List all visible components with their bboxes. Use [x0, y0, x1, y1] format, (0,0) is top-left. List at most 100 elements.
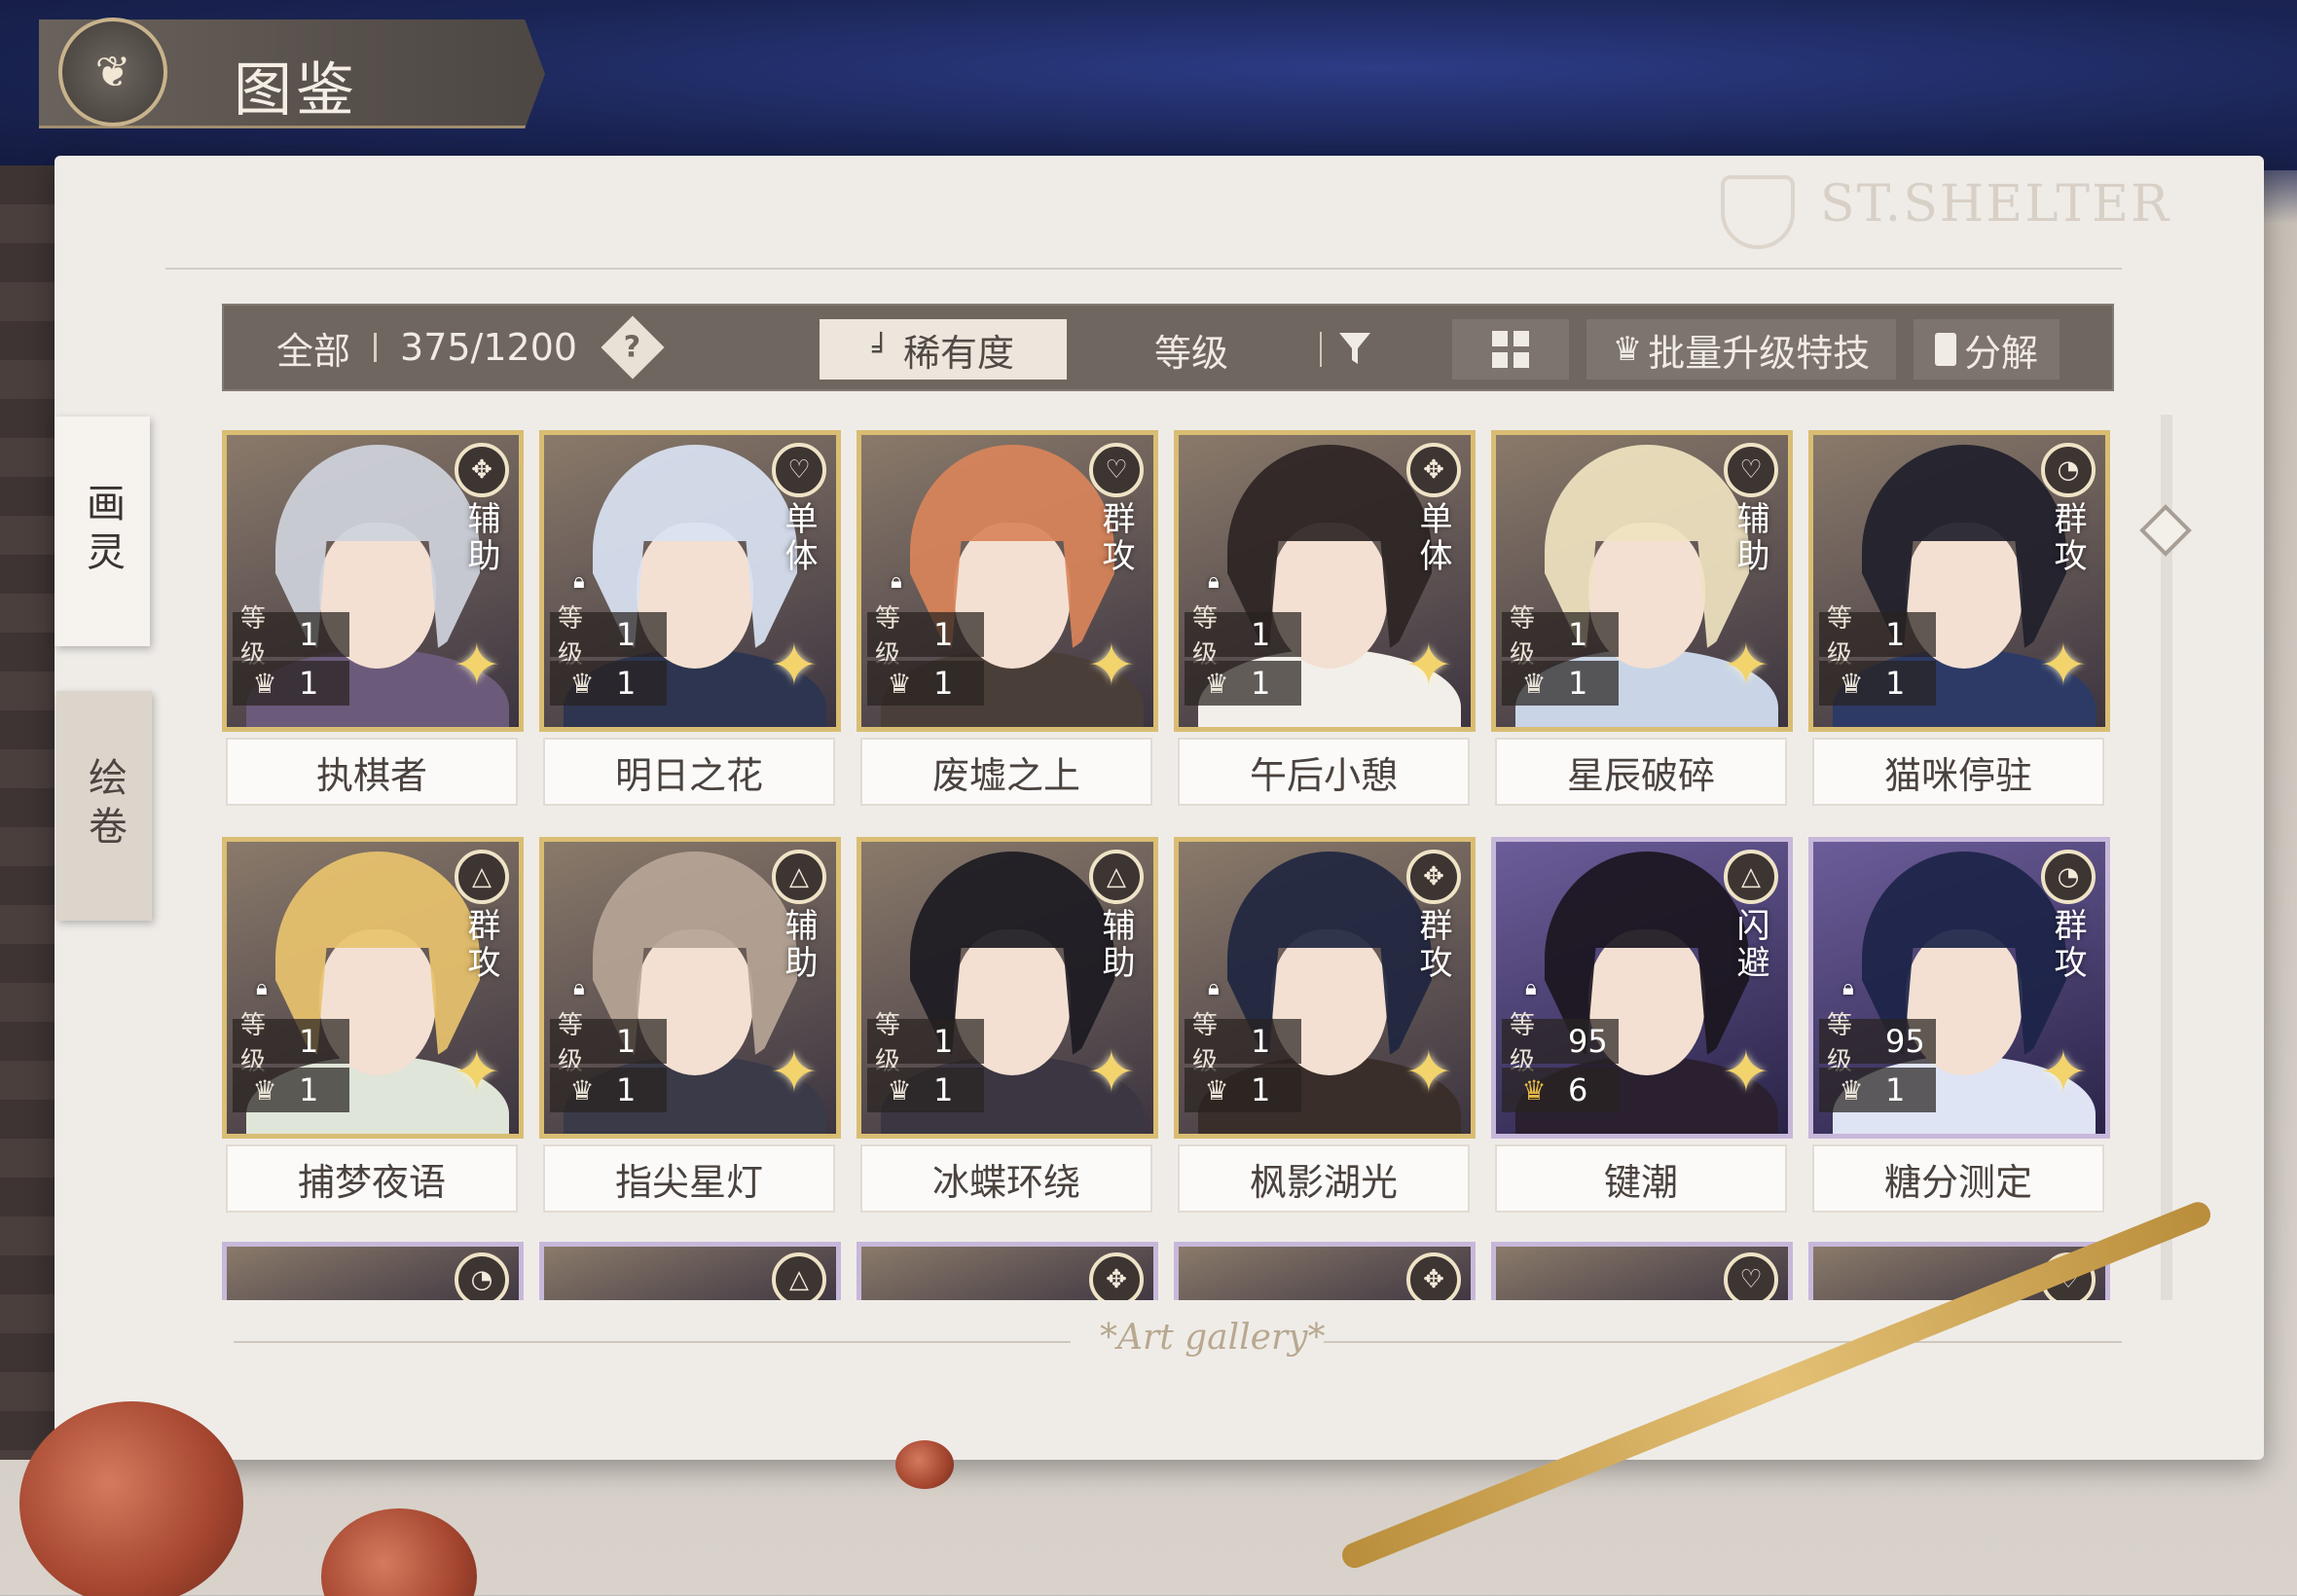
role-label: 群攻	[2048, 908, 2087, 982]
sparkle-icon: ✦	[1086, 1038, 1136, 1106]
level-label: 等级	[1827, 1011, 1853, 1076]
lock-icon: 🔒︎	[1842, 976, 1854, 1000]
star-value: 1	[933, 1071, 954, 1108]
card-portrait[interactable]: △ 闪避 🔒︎ 等级 95 ♛ 6 ✦	[1491, 837, 1793, 1139]
sparkle-icon: ✦	[1404, 632, 1453, 700]
level-value: 1	[1251, 1023, 1271, 1060]
level-label: 等级	[558, 1011, 584, 1076]
card-portrait[interactable]: ♡ 单体 🔒︎ 等级 1 ♛ 1 ✦	[539, 430, 841, 732]
batch-upgrade-button[interactable]: ♛ 批量升级特技	[1586, 319, 1896, 380]
card-portrait[interactable]: ✥ 单体 🔒︎ 等级 1 ♛ 1 ✦	[1174, 430, 1476, 732]
card-portrait[interactable]: ◔ 群攻 🔒︎ 等级 95 ♛ 1 ✦	[1808, 837, 2110, 1139]
character-card-partial[interactable]: △	[539, 1242, 841, 1300]
skill-type-icon: ♡	[1089, 443, 1144, 497]
crown-icon: ♛	[887, 667, 912, 700]
skill-type-icon: △	[1089, 850, 1144, 904]
card-portrait[interactable]: ♡ 群攻 🔒︎ 等级 1 ♛ 1 ✦	[857, 430, 1158, 732]
level-value: 1	[299, 616, 319, 653]
level-label: 等级	[875, 1011, 901, 1076]
level-row: 等级 1	[1502, 604, 1619, 670]
sort-level-button[interactable]: 等级	[1067, 319, 1316, 380]
character-card-partial[interactable]: ✥	[1174, 1242, 1476, 1300]
level-label: 等级	[1827, 604, 1853, 670]
role-label: 单体	[1413, 501, 1452, 575]
level-value: 1	[299, 1023, 319, 1060]
level-value: 1	[1568, 616, 1588, 653]
character-card[interactable]: ◔ 群攻 🔒︎ 等级 95 ♛ 1 ✦ 糖分测定	[1808, 837, 2110, 1213]
skill-type-icon: ♡	[1724, 443, 1778, 497]
sparkle-icon: ✦	[1721, 632, 1770, 700]
sparkle-icon: ✦	[452, 1038, 501, 1106]
character-card[interactable]: ♡ 群攻 🔒︎ 等级 1 ♛ 1 ✦ 废墟之上	[857, 430, 1158, 806]
footer-art-gallery: *Art gallery*	[1100, 1318, 1326, 1358]
star-value: 6	[1568, 1071, 1588, 1108]
star-value: 1	[299, 1071, 319, 1108]
separator	[1320, 332, 1322, 367]
card-portrait[interactable]: △ 辅助 🔒︎ 等级 1 ♛ 1 ✦	[539, 837, 841, 1139]
star-row: ♛ 1	[550, 1068, 667, 1112]
level-value: 1	[616, 616, 637, 653]
character-card[interactable]: △ 辅助 🔒︎ 等级 1 ♛ 1 ✦ 指尖星灯	[539, 837, 841, 1213]
level-label: 等级	[558, 604, 584, 670]
skill-type-icon: △	[455, 850, 509, 904]
role-label: 群攻	[2048, 501, 2087, 575]
decompose-button[interactable]: 分解	[1914, 319, 2060, 380]
page-title: 图鉴	[234, 56, 358, 125]
level-label: 等级	[240, 604, 267, 670]
level-row: 等级 1	[867, 1011, 984, 1076]
skill-type-icon: △	[772, 850, 826, 904]
skill-type-icon: ♡	[772, 443, 826, 497]
grid-view-button[interactable]	[1452, 319, 1569, 380]
level-value: 1	[616, 1023, 637, 1060]
card-portrait[interactable]: ♡ 辅助 等级 1 ♛ 1 ✦	[1491, 430, 1793, 732]
character-card[interactable]: △ 群攻 🔒︎ 等级 1 ♛ 1 ✦ 捕梦夜语	[222, 837, 524, 1213]
character-card[interactable]: ✥ 辅助 等级 1 ♛ 1 ✦ 执棋者	[222, 430, 524, 806]
role-label: 单体	[779, 501, 818, 575]
level-value: 1	[1251, 616, 1271, 653]
footer-line-left	[234, 1341, 1071, 1343]
role-label: 辅助	[461, 501, 500, 575]
character-card[interactable]: ✥ 群攻 🔒︎ 等级 1 ♛ 1 ✦ 枫影湖光	[1174, 837, 1476, 1213]
card-name: 指尖星灯	[543, 1144, 835, 1213]
character-card[interactable]: △ 辅助 等级 1 ♛ 1 ✦ 冰蝶环绕	[857, 837, 1158, 1213]
card-portrait[interactable]: ◔ 群攻 等级 1 ♛ 1 ✦	[1808, 430, 2110, 732]
star-row: ♛ 1	[233, 1068, 349, 1112]
collection-toolbar: 全部 375/1200 ? ╛ 稀有度 等级 ♛ 批量升级特技 分解	[222, 304, 2114, 391]
card-portrait[interactable]: ✥ 辅助 等级 1 ♛ 1 ✦	[222, 430, 524, 732]
grid-icon	[1492, 331, 1529, 368]
character-card[interactable]: ✥ 单体 🔒︎ 等级 1 ♛ 1 ✦ 午后小憩	[1174, 430, 1476, 806]
card-portrait[interactable]: △ 辅助 等级 1 ♛ 1 ✦	[857, 837, 1158, 1139]
footer-line-right	[1324, 1341, 2122, 1343]
role-label: 辅助	[1731, 501, 1769, 575]
level-value: 95	[1568, 1023, 1608, 1060]
skill-type-icon: ✥	[455, 443, 509, 497]
card-portrait[interactable]: ✥ 群攻 🔒︎ 等级 1 ♛ 1 ✦	[1174, 837, 1476, 1139]
tab-hualing[interactable]: 画灵	[55, 417, 150, 646]
tab-huijuan[interactable]: 绘卷	[56, 691, 152, 921]
lock-icon: 🔒︎	[573, 569, 585, 594]
card-portrait[interactable]: △ 群攻 🔒︎ 等级 1 ♛ 1 ✦	[222, 837, 524, 1139]
card-name: 星辰破碎	[1495, 738, 1787, 806]
character-card[interactable]: ◔ 群攻 等级 1 ♛ 1 ✦ 猫咪停驻	[1808, 430, 2110, 806]
role-label: 群攻	[1096, 501, 1135, 575]
sort-rarity-button[interactable]: ╛ 稀有度	[820, 319, 1067, 380]
butterfly-icon[interactable]: ❦	[58, 18, 167, 127]
help-icon[interactable]: ?	[601, 315, 665, 380]
level-row: 等级 1	[233, 604, 349, 670]
character-card[interactable]: ♡ 单体 🔒︎ 等级 1 ♛ 1 ✦ 明日之花	[539, 430, 841, 806]
level-row: 等级 1	[867, 604, 984, 670]
crown-icon: ♛	[1839, 667, 1864, 700]
card-name: 废墟之上	[860, 738, 1152, 806]
character-card-partial[interactable]: ◔	[222, 1242, 524, 1300]
role-label: 群攻	[1413, 908, 1452, 982]
skill-type-icon: ✥	[1406, 1252, 1461, 1300]
character-card[interactable]: △ 闪避 🔒︎ 等级 95 ♛ 6 ✦ 键潮	[1491, 837, 1793, 1213]
star-value: 1	[1885, 1071, 1906, 1108]
funnel-icon[interactable]	[1326, 319, 1384, 380]
character-card[interactable]: ♡ 辅助 等级 1 ♛ 1 ✦ 星辰破碎	[1491, 430, 1793, 806]
character-card-partial[interactable]: ✥	[857, 1242, 1158, 1300]
filter-all-label[interactable]: 全部	[276, 321, 350, 375]
level-row: 等级 1	[1819, 604, 1936, 670]
character-card-partial[interactable]: ♡	[1491, 1242, 1793, 1300]
sparkle-icon: ✦	[1404, 1038, 1453, 1106]
